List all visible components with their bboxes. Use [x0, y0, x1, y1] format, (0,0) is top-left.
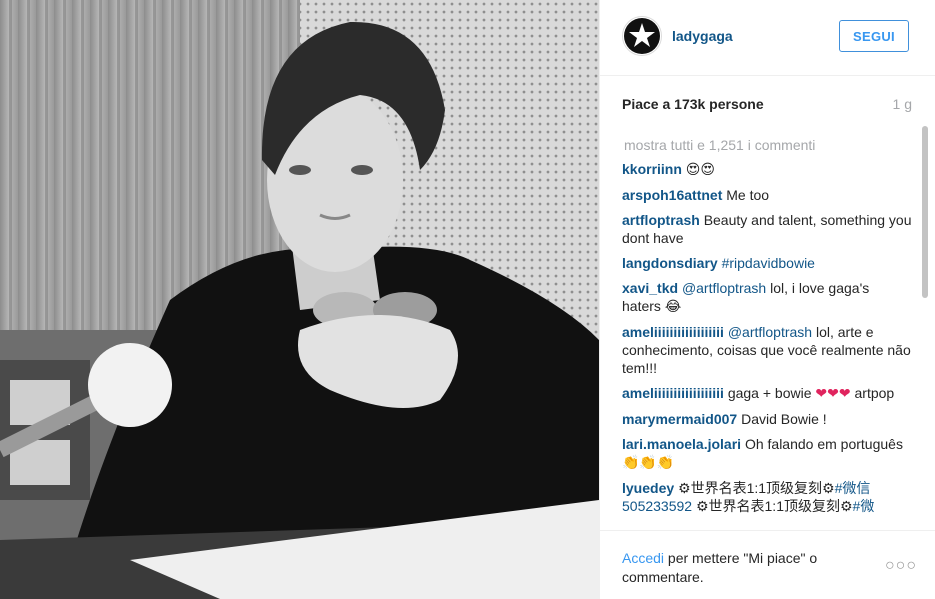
comment-user[interactable]: ameliiiiiiiiiiiiiiiiii — [622, 385, 724, 401]
heart-emoji: ❤❤❤ — [815, 386, 851, 402]
hashtag-link[interactable]: #微 — [853, 498, 875, 514]
clapping-emoji: 👏👏👏 — [622, 455, 675, 471]
post-photo[interactable] — [0, 0, 599, 599]
instagram-post-embed: ladygaga SEGUI Piace a 173k persone 1 g … — [0, 0, 935, 599]
comment: kkorriinn 😍😍 — [622, 160, 912, 179]
likes-count[interactable]: Piace a 173k persone — [622, 96, 764, 112]
post-sidebar: ladygaga SEGUI Piace a 173k persone 1 g … — [599, 0, 935, 599]
comment-text: David Bowie ! — [741, 411, 827, 427]
show-all-comments-link[interactable]: mostra tutti e 1,251 i commenti — [624, 136, 912, 154]
comment-text-suffix: artpop — [850, 385, 895, 401]
follow-button[interactable]: SEGUI — [839, 20, 909, 52]
comment-user[interactable]: arspoh16attnet — [622, 187, 722, 203]
comment-user[interactable]: kkorriinn — [622, 161, 682, 177]
star-logo-icon — [624, 18, 660, 54]
comment-text-number: 505233592 — [622, 498, 693, 514]
login-link[interactable]: Accedi — [622, 550, 664, 566]
hashtag-link[interactable]: #微信 — [835, 480, 871, 496]
comment-user[interactable]: ameliiiiiiiiiiiiiiiiii — [622, 324, 724, 340]
scrollbar-thumb[interactable] — [922, 126, 928, 298]
mention-link[interactable]: @artfloptrash — [728, 324, 812, 340]
hashtag-link[interactable]: #ripdavidbowie — [722, 255, 815, 271]
avatar[interactable] — [622, 16, 662, 56]
username[interactable]: ladygaga — [672, 28, 733, 44]
comment-text: Me too — [726, 187, 770, 203]
comment: arspoh16attnet Me too — [622, 186, 912, 204]
post-footer: Accedi per mettere "Mi piace" o commenta… — [600, 530, 935, 599]
portrait-image — [0, 0, 599, 599]
comment: ameliiiiiiiiiiiiiiiiii @artfloptrash lol… — [622, 323, 912, 377]
comment-text: gaga + bowie — [727, 385, 816, 401]
comment: lari.manoela.jolari Oh falando em portug… — [622, 435, 912, 472]
comment-user[interactable]: langdonsdiary — [622, 255, 718, 271]
ellipsis-icon[interactable]: ○○○ — [885, 557, 917, 575]
post-time[interactable]: 1 g — [893, 96, 912, 112]
comment-text: Oh falando em português — [744, 436, 903, 452]
comments-scrollbar[interactable] — [921, 126, 929, 526]
mention-link[interactable]: @artfloptrash — [682, 280, 766, 296]
post-header: ladygaga SEGUI — [600, 0, 935, 76]
likes-row: Piace a 173k persone 1 g — [622, 96, 912, 116]
comment: marymermaid007 David Bowie ! — [622, 410, 912, 428]
comment: langdonsdiary #ripdavidbowie — [622, 254, 912, 272]
comment-text: ⚙世界名表1:1顶级复刻⚙ — [678, 480, 835, 496]
comment-text-suffix: ⚙世界名表1:1顶级复刻⚙ — [692, 498, 853, 514]
comment-user[interactable]: lari.manoela.jolari — [622, 436, 741, 452]
heart-eyes-emoji: 😍😍 — [685, 162, 715, 178]
comment-user[interactable]: lyuedey — [622, 480, 674, 496]
comment: ameliiiiiiiiiiiiiiiiii gaga + bowie ❤❤❤ … — [622, 384, 912, 403]
comments-list[interactable]: mostra tutti e 1,251 i commenti kkorriin… — [622, 136, 912, 528]
comment-user[interactable]: artfloptrash — [622, 212, 700, 228]
laughing-emoji: 😂 — [664, 299, 682, 315]
comment-user[interactable]: xavi_tkd — [622, 280, 678, 296]
comment: artfloptrash Beauty and talent, somethin… — [622, 211, 912, 247]
comment-user[interactable]: marymermaid007 — [622, 411, 737, 427]
login-prompt: Accedi per mettere "Mi piace" o commenta… — [622, 549, 852, 587]
comment: xavi_tkd @artfloptrash lol, i love gaga'… — [622, 279, 912, 316]
comment: lyuedey ⚙世界名表1:1顶级复刻⚙#微信 505233592 ⚙世界名表… — [622, 479, 912, 515]
